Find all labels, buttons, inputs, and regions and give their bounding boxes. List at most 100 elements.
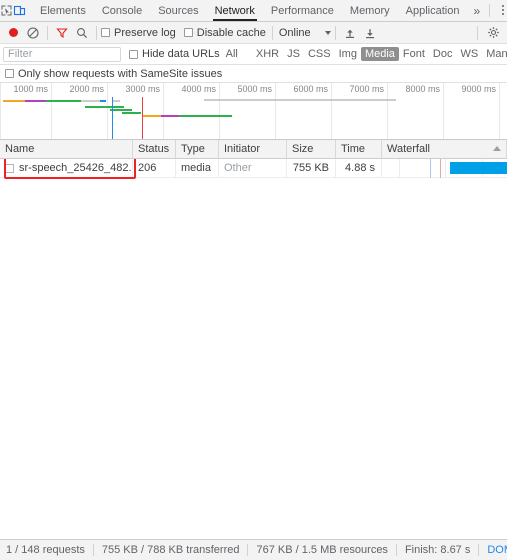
hide-data-urls-label: Hide data URLs <box>142 48 220 60</box>
network-toolbar: Preserve log Disable cache Online <box>0 22 507 44</box>
overview-request-bar <box>46 100 81 102</box>
filter-chip-img[interactable]: Img <box>335 47 361 61</box>
panel-tabs: Elements Console Sources Network Perform… <box>32 0 486 21</box>
chip-label: WS <box>460 48 479 60</box>
table-header-row: Name Status Type Initiator Size Time Wat… <box>0 139 507 159</box>
type-label: media <box>181 161 211 174</box>
more-tabs-chevron-icon[interactable]: » <box>467 0 486 21</box>
tab-console[interactable]: Console <box>94 0 150 21</box>
status-divider <box>395 544 397 556</box>
overview-load-marker <box>142 97 143 139</box>
filter-funnel-icon[interactable] <box>52 23 72 43</box>
filter-input[interactable] <box>3 46 121 62</box>
file-type-icon <box>5 163 14 173</box>
tab-sources[interactable]: Sources <box>150 0 206 21</box>
size-label: 755 KB <box>292 161 329 174</box>
column-header-size[interactable]: Size <box>287 139 336 159</box>
record-dot-icon <box>8 28 18 37</box>
overview-tick-label: 4000 ms <box>181 84 216 94</box>
clear-button[interactable] <box>23 23 43 43</box>
column-header-initiator[interactable]: Initiator <box>219 139 287 159</box>
status-divider <box>247 544 249 556</box>
chip-label: Img <box>338 48 357 60</box>
column-label: Type <box>181 142 205 155</box>
cell-time: 4.88 s <box>336 159 382 178</box>
samesite-checkbox[interactable]: Only show requests with SameSite issues <box>5 68 222 80</box>
filter-chip-manifest[interactable]: Manifest <box>482 47 507 61</box>
device-toolbar-icon[interactable] <box>13 0 26 21</box>
column-label: Size <box>292 142 314 155</box>
column-label: Initiator <box>224 142 261 155</box>
gear-icon[interactable] <box>482 23 504 43</box>
filter-chip-doc[interactable]: Doc <box>429 47 457 61</box>
chip-label: Doc <box>432 48 453 60</box>
status-requests: 1 / 148 requests <box>6 544 85 556</box>
status-divider <box>92 544 94 556</box>
toolbar-divider-1 <box>47 25 48 40</box>
chip-label: Media <box>364 48 395 60</box>
export-har-icon[interactable] <box>360 23 380 43</box>
import-har-icon[interactable] <box>340 23 360 43</box>
sort-ascending-icon <box>493 145 501 151</box>
overview-request-bar <box>204 115 232 117</box>
column-header-name[interactable]: Name <box>0 139 133 159</box>
cell-status: 206 <box>133 159 176 178</box>
tab-performance[interactable]: Performance <box>263 0 342 21</box>
overview-request-bar <box>85 106 124 108</box>
preserve-log-checkbox[interactable]: Preserve log <box>101 27 176 39</box>
overview-tick-label: 6000 ms <box>293 84 328 94</box>
network-overview-chart[interactable]: 1000 ms 2000 ms 3000 ms 4000 ms 5000 ms … <box>0 83 507 140</box>
overview-domcontentloaded-marker <box>112 97 113 139</box>
filter-bar: Hide data URLs All XHR JS CSS Img Media … <box>0 44 507 65</box>
chip-label: XHR <box>255 48 280 60</box>
tab-network[interactable]: Network <box>207 0 263 21</box>
overview-tick: 4000 ms <box>164 83 220 139</box>
cell-initiator: Other <box>219 159 287 178</box>
filter-chip-font[interactable]: Font <box>399 47 429 61</box>
disable-cache-label: Disable cache <box>196 26 266 39</box>
filter-chip-all[interactable]: All <box>222 47 242 61</box>
column-header-status[interactable]: Status <box>133 139 176 159</box>
overview-request-bar <box>25 100 46 102</box>
search-icon[interactable] <box>72 23 92 43</box>
record-button[interactable] <box>3 23 23 43</box>
waterfall-load-marker <box>440 159 441 178</box>
disable-cache-checkbox[interactable]: Disable cache <box>183 26 266 39</box>
toolbar-divider-5 <box>477 25 478 40</box>
column-label: Status <box>138 142 170 155</box>
column-header-type[interactable]: Type <box>176 139 219 159</box>
waterfall-bar[interactable] <box>450 161 507 174</box>
waterfall-gridline <box>399 159 400 178</box>
initiator-label: Other <box>224 161 252 174</box>
throttling-select[interactable]: Online <box>277 27 331 39</box>
overview-request-bar <box>100 100 106 102</box>
more-tabs-label: » <box>473 3 481 18</box>
overview-tick-label: 1000 ms <box>13 84 48 94</box>
tab-label: Sources <box>158 4 199 17</box>
tab-application[interactable]: Application <box>398 0 468 21</box>
filter-chip-ws[interactable]: WS <box>456 47 482 61</box>
filter-chip-js[interactable]: JS <box>283 47 304 61</box>
filter-chip-css[interactable]: CSS <box>304 47 335 61</box>
cell-name[interactable]: sr-speech_25426_482.mp4 <box>0 159 133 178</box>
request-name-label: sr-speech_25426_482.mp4 <box>19 161 132 174</box>
filter-chip-media[interactable]: Media <box>360 47 399 61</box>
inspect-element-icon[interactable] <box>0 0 13 21</box>
tab-elements[interactable]: Elements <box>32 0 94 21</box>
table-row[interactable]: sr-speech_25426_482.mp4 206 media Other … <box>0 159 507 178</box>
cell-size: 755 KB <box>287 159 336 178</box>
preserve-log-label: Preserve log <box>114 26 176 39</box>
overview-tick: 7000 ms <box>332 83 388 139</box>
more-options-icon[interactable] <box>493 0 507 21</box>
overview-tick-label: 7000 ms <box>349 84 384 94</box>
tab-label: Application <box>405 4 460 17</box>
hide-data-urls-checkbox[interactable]: Hide data URLs <box>129 48 220 60</box>
column-header-time[interactable]: Time <box>336 139 382 159</box>
toolbar-divider-4 <box>334 25 336 40</box>
checkbox-box <box>183 28 193 37</box>
overview-request-bar <box>3 100 25 102</box>
tab-memory[interactable]: Memory <box>342 0 398 21</box>
filter-chip-xhr[interactable]: XHR <box>252 47 283 61</box>
table-body: sr-speech_25426_482.mp4 206 media Other … <box>0 159 507 539</box>
column-header-waterfall[interactable]: Waterfall <box>382 139 507 159</box>
